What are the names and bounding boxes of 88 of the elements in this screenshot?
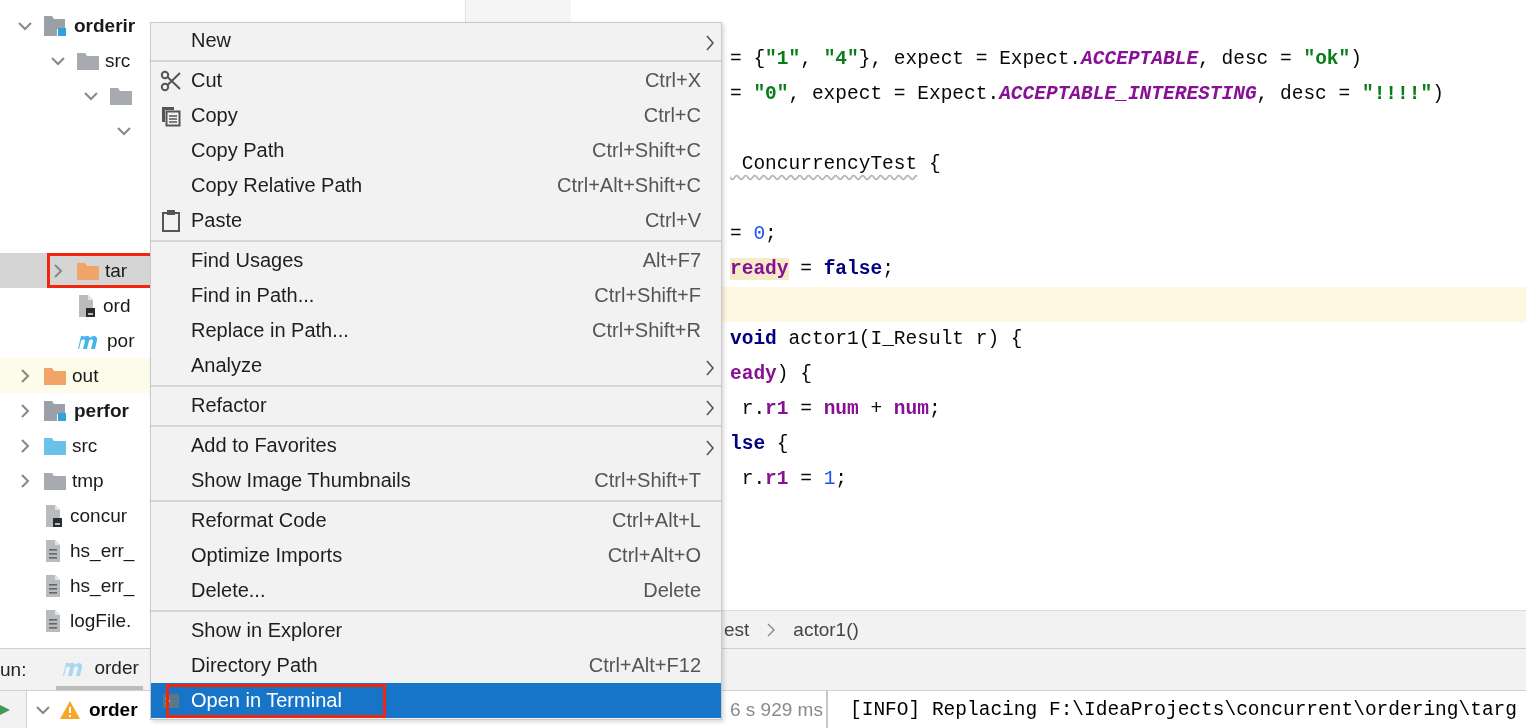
code-line: r.r1 = 1; [740, 467, 849, 492]
shortcut-hint: Ctrl+Alt+L [612, 509, 701, 532]
file-icon [43, 503, 65, 528]
code-line: ConcurrencyTest { [740, 152, 942, 177]
tree-item-label: orderir [74, 14, 136, 37]
code-line: void actor1(I_Result r) { [729, 327, 1024, 352]
module-folder-icon [43, 399, 69, 422]
scissors-icon [160, 69, 182, 92]
tree-item-label: hs_err_ [70, 574, 135, 597]
menu-item[interactable]: Reformat Code Ctrl+Alt+L [151, 503, 721, 538]
breadcrumb-item[interactable]: est [724, 618, 750, 641]
shortcut-hint: Ctrl+Alt+O [607, 544, 701, 567]
breadcrumb-item[interactable]: actor1() [793, 618, 859, 641]
tree-row[interactable]: hs_err_ [0, 533, 150, 568]
module-folder-icon [43, 14, 69, 37]
tree-row[interactable]: orderir [0, 8, 150, 43]
menu-item[interactable]: Find in Path... Ctrl+Shift+F [151, 278, 721, 313]
tree-row[interactable]: perfor [0, 393, 150, 428]
copy-icon [160, 104, 182, 127]
code-line: = {"1", "4"}, expect = Expect.ACCEPTABLE, desc = "ok") [729, 47, 1363, 72]
chevron-right-icon [767, 622, 776, 637]
tree-item-label: hs_err_ [70, 539, 135, 562]
tree-item-label: por [107, 329, 135, 352]
tree-row[interactable]: logFile. [0, 603, 150, 638]
folder-icon [43, 365, 67, 386]
shortcut-hint: Ctrl+Alt+F12 [588, 654, 701, 677]
code-line: lse { [729, 432, 790, 457]
folder-icon [109, 85, 133, 106]
code-line: r.r1 = num + num; [740, 397, 942, 422]
tree-row[interactable]: por [0, 323, 150, 358]
code-line: eady) { [729, 362, 813, 387]
clipboard-icon [161, 208, 181, 233]
menu-item[interactable]: Copy Path Ctrl+Shift+C [151, 133, 721, 168]
menu-item[interactable]: Directory Path Ctrl+Alt+F12 [151, 648, 721, 683]
shortcut-hint: Ctrl+Alt+Shift+C [557, 174, 701, 197]
menu-item[interactable]: Add to Favorites [151, 428, 721, 463]
run-tree-label[interactable]: order [89, 699, 138, 721]
tree-item-label: tmp [72, 469, 104, 492]
shortcut-hint: Ctrl+C [643, 104, 701, 127]
menu-item[interactable]: Copy Ctrl+C [151, 98, 721, 133]
shortcut-hint: Ctrl+Shift+C [592, 139, 701, 162]
tree-item-label: tar [105, 259, 128, 282]
shortcut-hint: Ctrl+Shift+F [594, 284, 701, 307]
tree-row[interactable]: ord [0, 288, 150, 323]
console-line: [INFO] Replacing F:\IdeaProjects\concurrent\ordering\targ [849, 699, 1517, 721]
menu-item[interactable]: Show in Explorer [151, 613, 721, 648]
shortcut-hint: Ctrl+V [644, 209, 701, 232]
tree-item-label: perfor [74, 399, 129, 422]
menu-item[interactable]: Copy Relative Path Ctrl+Alt+Shift+C [151, 168, 721, 203]
tree-item-label: logFile. [70, 609, 132, 632]
menu-item[interactable]: Show Image Thumbnails Ctrl+Shift+T [151, 463, 721, 498]
menu-item[interactable]: Replace in Path... Ctrl+Shift+R [151, 313, 721, 348]
code-line: ready = false; [729, 257, 895, 282]
tree-row[interactable]: tar [0, 253, 150, 288]
menu-item[interactable]: Cut Ctrl+X [151, 63, 721, 98]
menu-item[interactable]: Open in Terminal [151, 683, 721, 718]
tree-item-label: src [105, 49, 131, 72]
folder-icon [43, 435, 67, 456]
tree-item-label: concur [70, 504, 128, 527]
panel-label: un: [0, 658, 27, 681]
tree-row[interactable]: concur [0, 498, 150, 533]
tree-row[interactable]: out [0, 358, 150, 393]
tree-row[interactable]: hs_err_ [0, 568, 150, 603]
warning-icon [59, 700, 81, 720]
shortcut-hint: Alt+F7 [642, 249, 701, 272]
menu-item[interactable]: New [151, 23, 721, 58]
code-line: = 0; [729, 222, 778, 247]
menu-item[interactable]: Analyze [151, 348, 721, 383]
code-line: = "0", expect = Expect.ACCEPTABLE_INTERESTING, desc = "!!!!") [729, 82, 1445, 107]
menu-item[interactable]: Optimize Imports Ctrl+Alt+O [151, 538, 721, 573]
tree-item-label: ord [103, 294, 131, 317]
tree-item-label: out [72, 364, 99, 387]
tree-row[interactable]: src [0, 43, 150, 78]
folder-icon [76, 50, 100, 71]
menu-item[interactable]: Delete... Delete [151, 573, 721, 608]
shortcut-hint: Ctrl+X [644, 69, 701, 92]
shortcut-hint: Delete [643, 579, 701, 602]
file-icon [76, 293, 98, 318]
folder-icon [43, 470, 67, 491]
menu-item[interactable]: Paste Ctrl+V [151, 203, 721, 238]
menu-item[interactable]: Find Usages Alt+F7 [151, 243, 721, 278]
tree-row[interactable]: src [0, 428, 150, 463]
tree-item-label: src [72, 434, 98, 457]
menu-item[interactable]: Refactor [151, 388, 721, 423]
tree-row[interactable]: tmp [0, 463, 150, 498]
shortcut-hint: Ctrl+Shift+R [592, 319, 701, 342]
shortcut-hint: Ctrl+Shift+T [594, 469, 701, 492]
folder-icon [76, 260, 100, 281]
